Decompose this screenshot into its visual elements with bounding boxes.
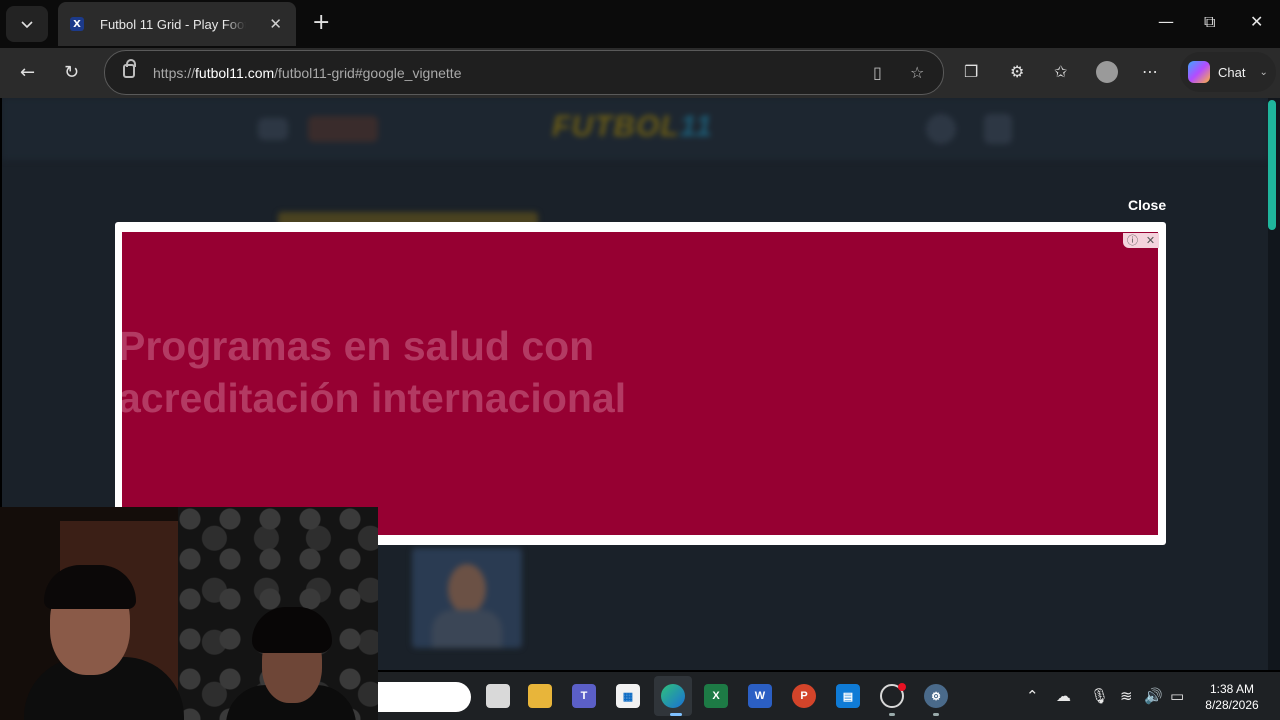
tab-title: Futbol 11 Grid - Play Football Grid bbox=[100, 16, 246, 32]
stats-icon[interactable] bbox=[258, 118, 288, 140]
more-icon[interactable]: ⋯ bbox=[1142, 62, 1158, 81]
info-icon[interactable]: ⓘ bbox=[1127, 235, 1138, 246]
ad-banner[interactable]: Programas en salud con acreditación inte… bbox=[122, 232, 1158, 535]
x-social-icon[interactable] bbox=[984, 114, 1012, 144]
plus-icon[interactable]: + bbox=[312, 10, 330, 35]
player-shirt bbox=[432, 610, 502, 648]
player-photo bbox=[448, 564, 486, 614]
help-icon[interactable] bbox=[926, 114, 956, 144]
puzzle-icon[interactable]: ⚙ bbox=[1010, 62, 1024, 81]
copilot-chat-button[interactable]: Chat ⌄ bbox=[1180, 52, 1276, 92]
collections-icon[interactable]: ❐ bbox=[964, 62, 978, 81]
wifi-icon[interactable]: ≋ bbox=[1120, 687, 1133, 705]
teams-icon[interactable]: T bbox=[572, 684, 596, 708]
language-flag-icon[interactable] bbox=[308, 116, 378, 142]
outlook-icon[interactable]: ▤ bbox=[836, 684, 860, 708]
ad-headline-line1: Programas en salud con bbox=[122, 323, 595, 369]
ad-close-button[interactable]: Close bbox=[1128, 197, 1166, 213]
site-logo[interactable]: FUTBOL11 bbox=[552, 110, 713, 144]
logo-accent: 11 bbox=[679, 110, 713, 143]
microphone-icon[interactable]: 🎙 bbox=[1090, 687, 1109, 705]
excel-icon[interactable]: X bbox=[704, 684, 728, 708]
site-header: FUTBOL11 bbox=[2, 98, 1268, 160]
url-domain: futbol11.com bbox=[195, 65, 275, 81]
clock-time: 1:38 AM bbox=[1209, 682, 1255, 696]
player-card[interactable] bbox=[412, 548, 522, 648]
tab-actions-button[interactable] bbox=[6, 6, 48, 42]
chevron-down-icon: ⌄ bbox=[1259, 66, 1268, 78]
clock-date: 8/28/2026 bbox=[1205, 698, 1259, 712]
file-explorer-icon[interactable] bbox=[528, 684, 552, 708]
taskbar-clock[interactable]: 1:38 AM 8/28/2026 bbox=[1196, 681, 1268, 713]
settings-icon[interactable]: ⚙ bbox=[924, 684, 948, 708]
logo-main: FUTBOL bbox=[552, 110, 680, 143]
settings-running-indicator bbox=[933, 713, 939, 716]
edge-icon[interactable] bbox=[661, 684, 685, 708]
copilot-icon bbox=[1188, 61, 1210, 83]
url-path: /futbol11-grid#google_vignette bbox=[274, 65, 462, 81]
word-icon[interactable]: W bbox=[748, 684, 772, 708]
profile-icon[interactable] bbox=[1096, 61, 1118, 83]
url-text[interactable]: https://futbol11.com/futbol11-grid#googl… bbox=[153, 65, 461, 81]
close-icon[interactable]: ✕ bbox=[269, 15, 282, 33]
refresh-icon[interactable]: ↻ bbox=[64, 62, 79, 83]
ad-close-icon[interactable]: ✕ bbox=[1146, 235, 1155, 246]
task-view-icon[interactable] bbox=[486, 684, 510, 708]
powerpoint-icon[interactable]: P bbox=[792, 684, 816, 708]
notification-badge bbox=[898, 683, 906, 691]
reading-mode-icon[interactable]: ▯ bbox=[873, 63, 882, 82]
address-bar[interactable]: https://futbol11.com/futbol11-grid#googl… bbox=[104, 50, 944, 95]
url-scheme: https:// bbox=[153, 65, 196, 81]
edge-running-indicator bbox=[670, 713, 682, 716]
screen: X Futbol 11 Grid - Play Football Grid ✕ … bbox=[0, 0, 1280, 720]
restore-icon[interactable]: ⧉ bbox=[1204, 12, 1215, 32]
webcam-overlay bbox=[0, 507, 378, 720]
browser-titlebar: X Futbol 11 Grid - Play Football Grid ✕ … bbox=[0, 0, 1280, 48]
favorites-icon[interactable]: ✩ bbox=[1054, 62, 1067, 81]
scrollbar-thumb[interactable] bbox=[1268, 100, 1276, 230]
lock-icon[interactable] bbox=[123, 59, 136, 78]
chevron-up-icon[interactable]: ⌃ bbox=[1026, 687, 1039, 705]
obs-running-indicator bbox=[889, 713, 895, 716]
battery-icon[interactable]: ▭ bbox=[1170, 687, 1184, 705]
ad-headline[interactable]: Programas en salud con acreditación inte… bbox=[122, 320, 626, 424]
tab-futbol11[interactable]: X Futbol 11 Grid - Play Football Grid ✕ bbox=[58, 2, 296, 46]
star-icon[interactable]: ☆ bbox=[910, 63, 924, 82]
chevron-down-icon bbox=[21, 21, 33, 29]
browser-toolbar: ← ↻ https://futbol11.com/futbol11-grid#g… bbox=[0, 48, 1280, 98]
back-arrow-icon[interactable]: ← bbox=[20, 62, 35, 83]
onedrive-icon[interactable]: ☁ bbox=[1056, 687, 1071, 705]
close-window-icon[interactable]: ✕ bbox=[1250, 12, 1263, 31]
ad-headline-line2: acreditación internacional bbox=[122, 375, 627, 421]
chat-label: Chat bbox=[1218, 64, 1246, 80]
volume-icon[interactable]: 🔊 bbox=[1144, 687, 1163, 705]
minimize-icon[interactable]: — bbox=[1158, 12, 1174, 31]
ad-choices[interactable]: ⓘ ✕ bbox=[1123, 233, 1159, 248]
microsoft-store-icon[interactable]: ▦ bbox=[616, 684, 640, 708]
site-favicon: X bbox=[70, 17, 84, 31]
